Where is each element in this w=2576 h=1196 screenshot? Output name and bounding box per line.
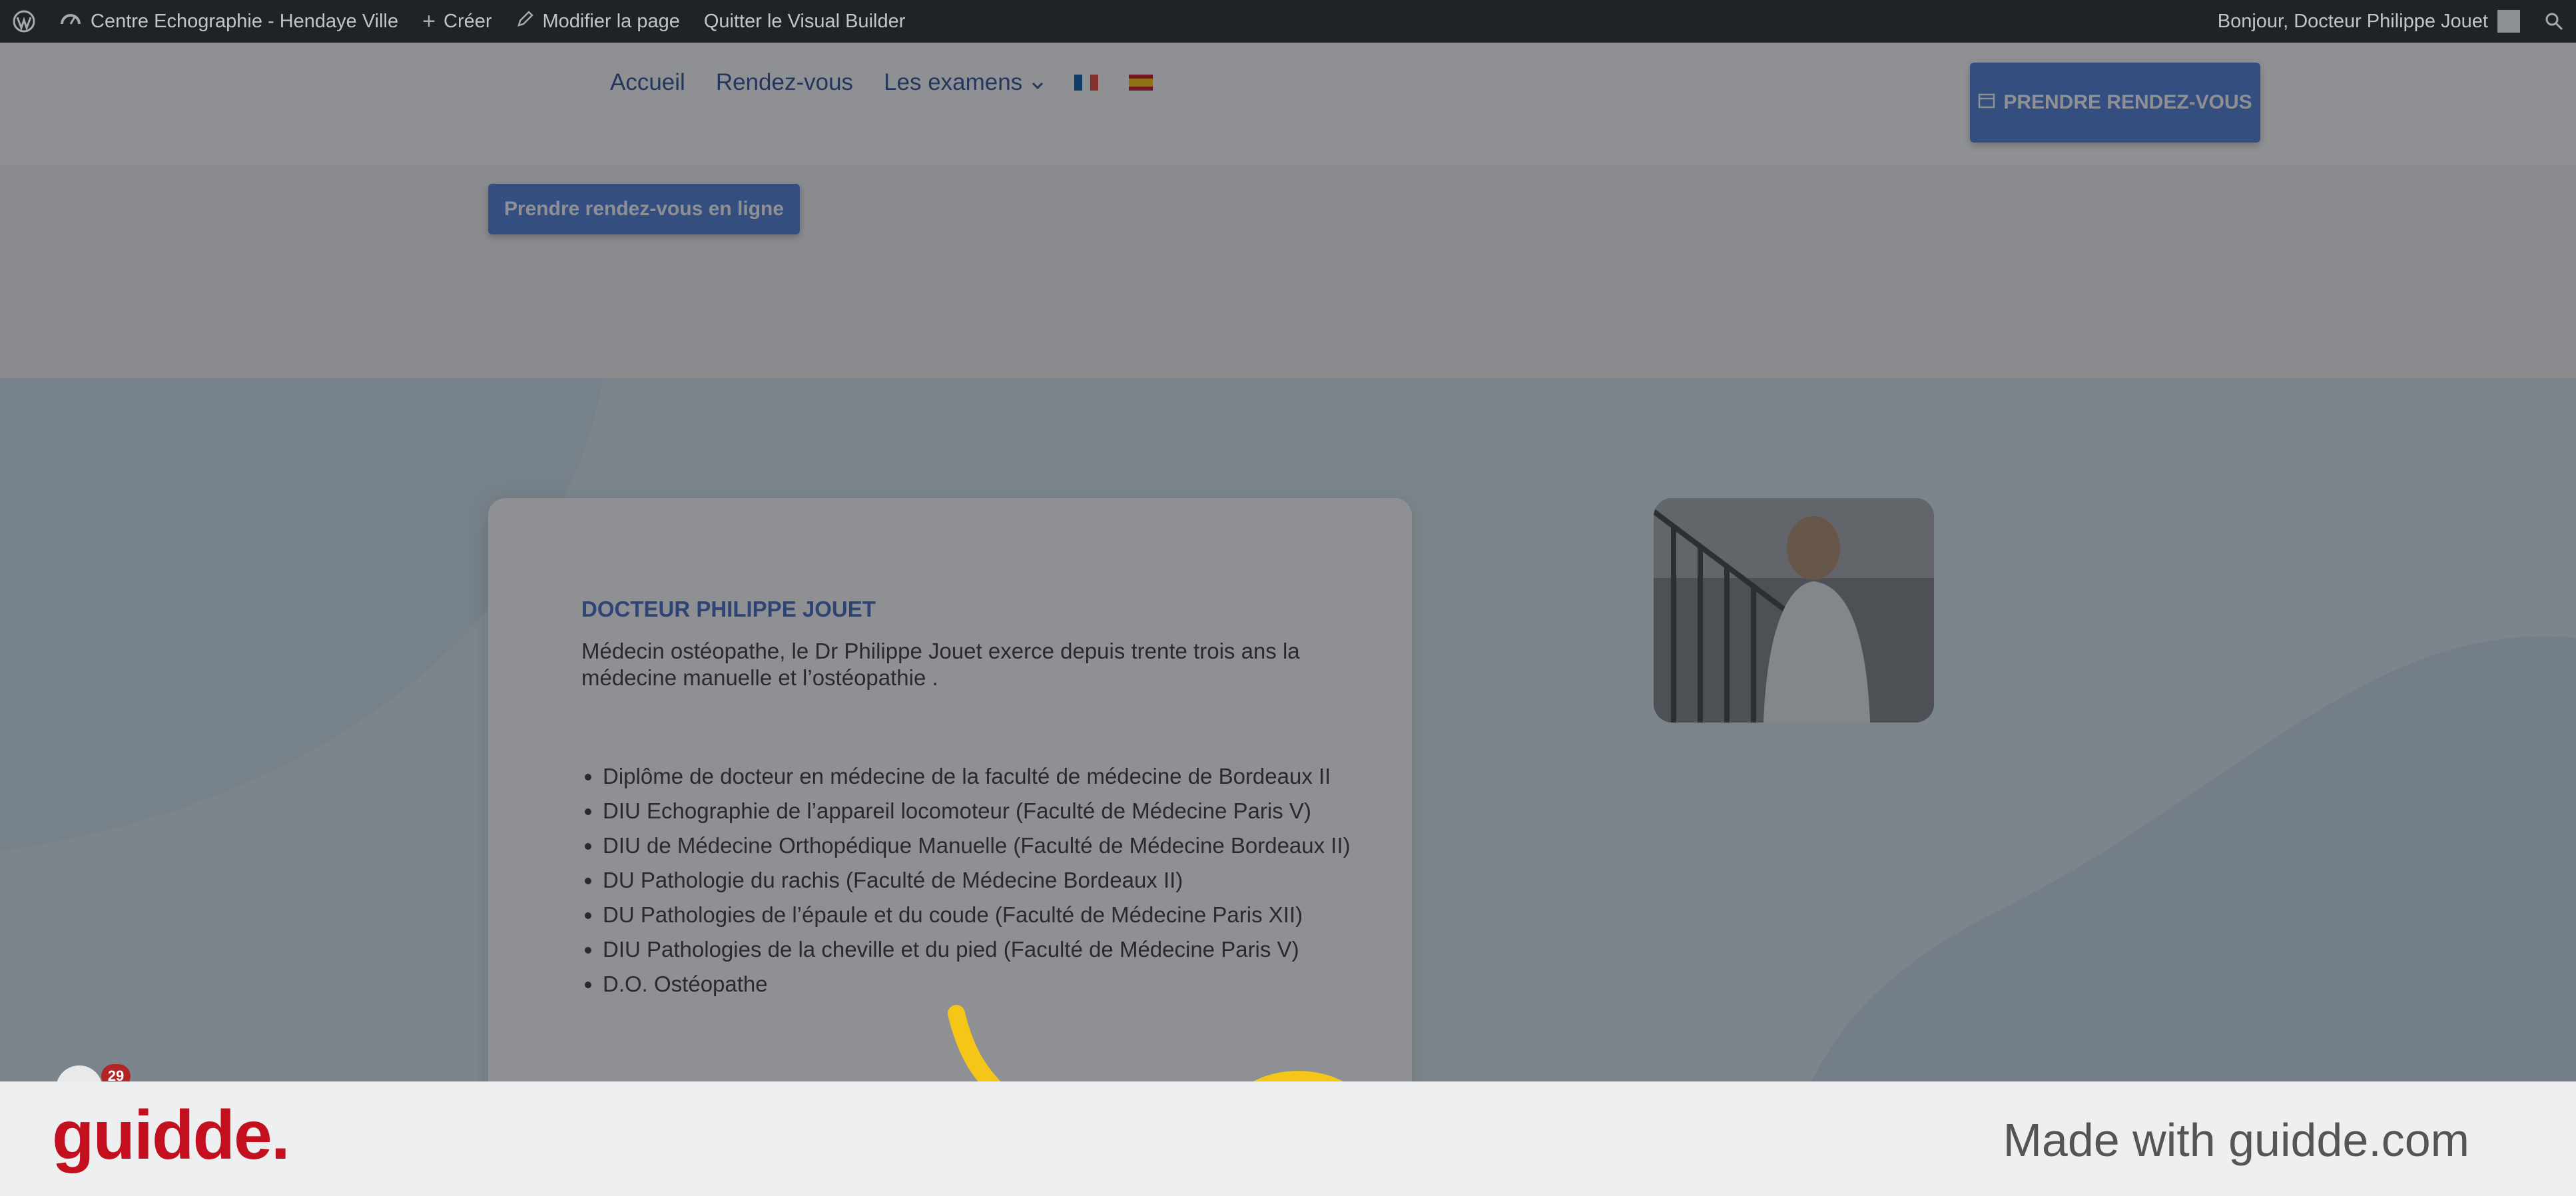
spanish-flag-icon[interactable] <box>1129 75 1153 91</box>
create-new-link[interactable]: + Créer <box>410 0 503 43</box>
doctor-name-heading: DOCTEUR PHILIPPE JOUET <box>581 597 876 621</box>
calendar-icon <box>1978 91 1995 114</box>
edit-page-link[interactable]: Modifier la page <box>504 0 692 43</box>
nav-examens-label: Les examens <box>884 69 1023 95</box>
list-item: DIU de Médecine Orthopédique Manuelle (F… <box>603 828 1362 863</box>
edit-page-label: Modifier la page <box>542 10 680 32</box>
greeting-text: Bonjour, Docteur Philippe Jouet <box>2217 10 2488 32</box>
guidde-logo: guidde. <box>52 1097 290 1174</box>
doctor-photo <box>1654 498 1934 723</box>
guidde-footer: guidde. Made with guidde.com <box>0 1081 2576 1196</box>
site-header: Accueil Rendez-vous Les examens PRENDRE … <box>0 43 2576 165</box>
list-item: DIU Echographie de l’appareil locomoteur… <box>603 794 1362 828</box>
sub-header-band <box>0 165 2576 378</box>
nav-item-rendez-vous[interactable]: Rendez-vous <box>716 69 853 96</box>
diploma-list: Diplôme de docteur en médecine de la fac… <box>581 759 1362 1002</box>
wordpress-logo-icon[interactable] <box>0 0 48 43</box>
list-item: Diplôme de docteur en médecine de la fac… <box>603 759 1362 794</box>
list-item: DU Pathologies de l’épaule et du coude (… <box>603 898 1362 932</box>
doctor-card: DOCTEUR PHILIPPE JOUET Médecin ostéopath… <box>488 498 1412 1137</box>
nav-item-les-examens[interactable]: Les examens <box>884 69 1044 96</box>
book-online-button[interactable]: Prendre rendez-vous en ligne <box>488 184 800 234</box>
plus-icon: + <box>422 8 436 34</box>
search-icon[interactable] <box>2532 0 2576 43</box>
nav-item-accueil[interactable]: Accueil <box>610 69 685 96</box>
wp-admin-bar: Centre Echographie - Hendaye Ville + Cré… <box>0 0 2576 43</box>
chevron-down-icon <box>1032 69 1044 96</box>
list-item: DU Pathologie du rachis (Faculté de Méde… <box>603 863 1362 898</box>
main-nav: Accueil Rendez-vous Les examens <box>610 69 1183 96</box>
dashboard-icon <box>60 9 81 33</box>
doctor-intro-text: Médecin ostéopathe, le Dr Philippe Jouet… <box>581 639 1300 690</box>
made-with-text: Made with guidde.com <box>2003 1114 2469 1166</box>
list-item: DIU Pathologies de la cheville et du pie… <box>603 932 1362 967</box>
avatar <box>2497 10 2520 33</box>
french-flag-icon[interactable] <box>1074 75 1099 91</box>
book-appointment-button[interactable]: PRENDRE RENDEZ-VOUS <box>1970 63 2260 143</box>
create-label: Créer <box>444 10 492 32</box>
quit-builder-label: Quitter le Visual Builder <box>703 10 906 32</box>
pencil-icon <box>516 9 535 33</box>
site-name: Centre Echographie - Hendaye Ville <box>91 10 399 32</box>
list-item: D.O. Ostéopathe <box>603 967 1362 1002</box>
book-appointment-label: PRENDRE RENDEZ-VOUS <box>2003 91 2252 113</box>
admin-bar-right: Bonjour, Docteur Philippe Jouet <box>2206 0 2576 43</box>
site-name-link[interactable]: Centre Echographie - Hendaye Ville <box>48 0 410 43</box>
account-menu[interactable]: Bonjour, Docteur Philippe Jouet <box>2206 0 2532 43</box>
quit-visual-builder-link[interactable]: Quitter le Visual Builder <box>692 0 918 43</box>
